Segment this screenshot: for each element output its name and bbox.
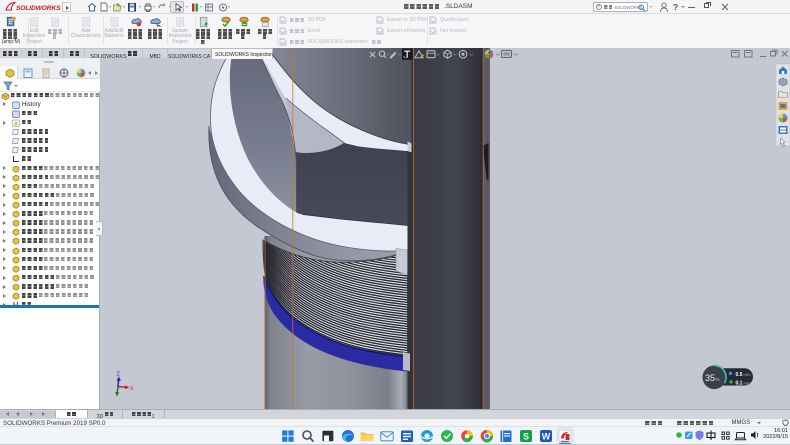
svg-text:W: W: [542, 432, 551, 442]
svg-text:S: S: [523, 432, 529, 442]
svg-text:0.1: 0.1: [736, 381, 743, 387]
svg-text:0.5: 0.5: [736, 372, 743, 378]
svg-text:A: A: [14, 121, 18, 127]
svg-text:KB/s: KB/s: [744, 373, 751, 377]
svg-text:SOLIDWORKS: SOLIDWORKS: [16, 5, 61, 12]
svg-text:35: 35: [705, 373, 715, 383]
svg-text:KB/s: KB/s: [744, 382, 751, 386]
svg-text:X: X: [130, 386, 134, 392]
svg-text:%: %: [716, 377, 720, 382]
